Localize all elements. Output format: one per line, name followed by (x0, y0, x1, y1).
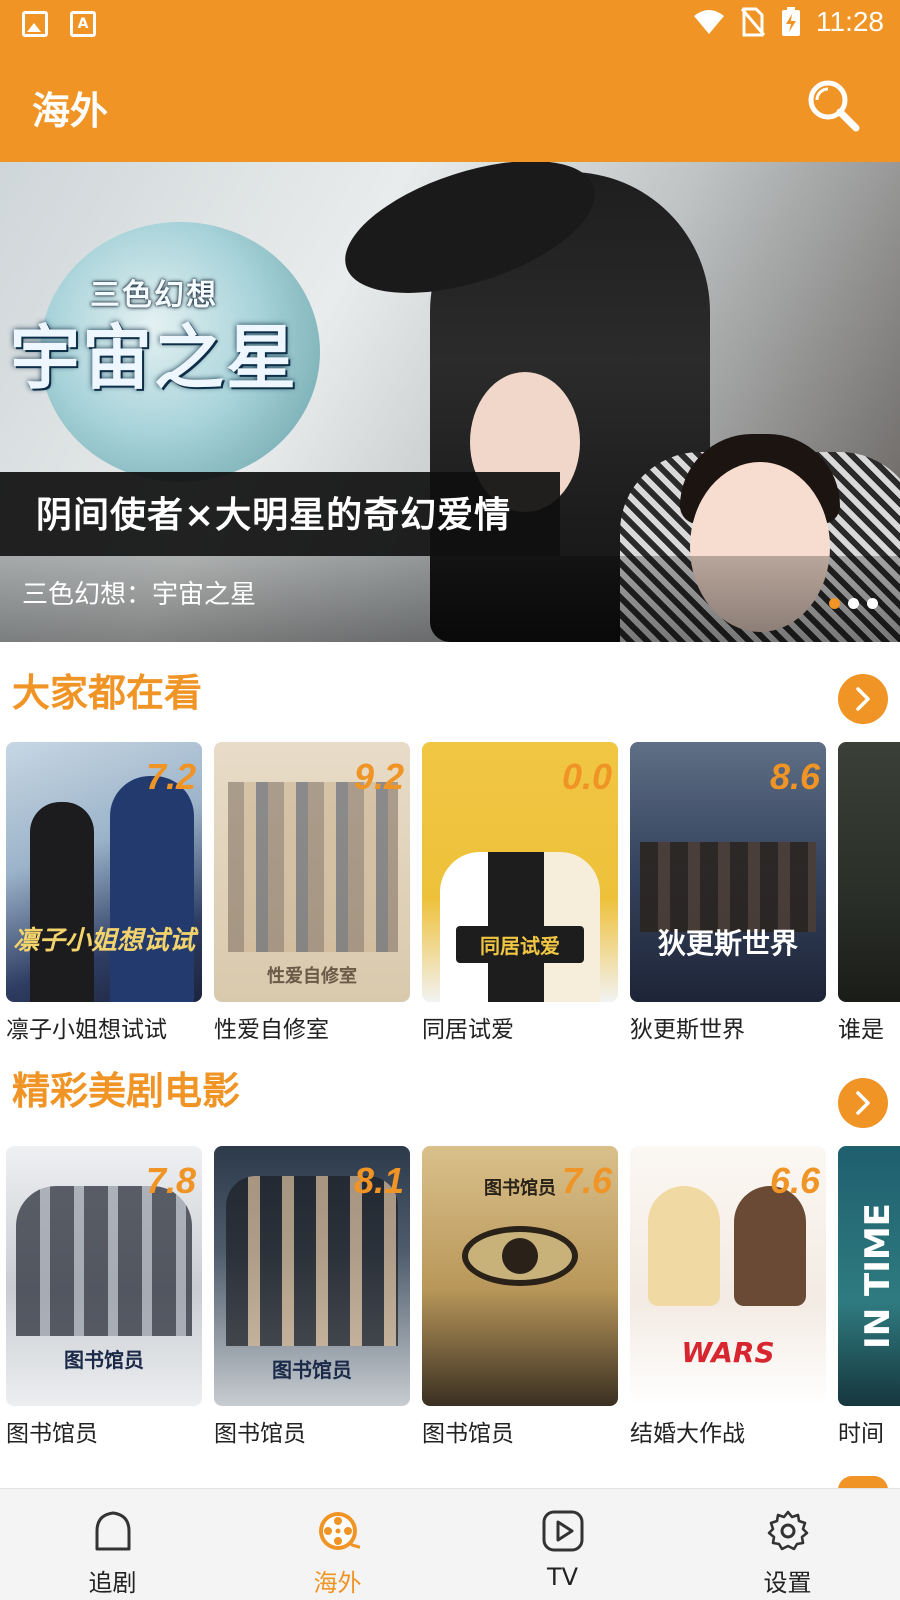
poster-image[interactable] (838, 742, 900, 1002)
poster-card[interactable]: WARS 6.6 结婚大作战 (630, 1146, 826, 1446)
poster-image[interactable]: 同居试爱 0.0 (422, 742, 618, 1002)
chevron-right-icon (856, 687, 870, 711)
poster-image[interactable]: 图书馆员 8.1 (214, 1146, 410, 1406)
poster-image[interactable]: IN TIME (838, 1146, 900, 1406)
poster-title-art: WARS (681, 1336, 775, 1369)
poster-card[interactable]: 谁是 (838, 742, 900, 1042)
bottom-navigation: 追剧 海外 TV 设置 (0, 1488, 900, 1600)
banner-tagline: 阴间使者×大明星的奇幻爱情 (36, 495, 512, 536)
tab-label: 设置 (763, 1569, 812, 1597)
rating-badge: 7.6 (561, 1160, 612, 1201)
card-title: 图书馆员 (6, 1421, 98, 1446)
rating-badge: 0.0 (561, 756, 612, 797)
pager-dot[interactable] (848, 598, 859, 609)
search-button[interactable] (806, 78, 862, 134)
card-title: 结婚大作战 (630, 1421, 745, 1446)
pager-dot[interactable] (867, 598, 878, 609)
poster-image[interactable]: 图书馆员 7.8 (6, 1146, 202, 1406)
status-bar: A 11:28 (0, 0, 900, 50)
banner-caption: 三色幻想：宇宙之星 (22, 580, 257, 610)
poster-card[interactable]: 狄更斯世界 8.6 狄更斯世界 (630, 742, 826, 1042)
poster-title-art: 同居试爱 (456, 926, 584, 963)
tab-label: 追剧 (88, 1569, 137, 1597)
card-title: 同居试爱 (422, 1017, 514, 1042)
poster-card[interactable]: 性爱自修室 9.2 性爱自修室 (214, 742, 410, 1042)
poster-image[interactable]: 狄更斯世界 8.6 (630, 742, 826, 1002)
poster-title-art: 狄更斯世界 (657, 927, 798, 960)
film-reel-icon (319, 1512, 360, 1550)
app-bar: 海外 (0, 50, 900, 162)
page-title: 海外 (32, 89, 109, 133)
section-more-button[interactable] (838, 1078, 888, 1128)
section-title-us-shows: 精彩美剧电影 (12, 1069, 241, 1113)
pager-dot[interactable] (829, 598, 840, 609)
poster-card[interactable]: 凛子小姐想试试 7.2 凛子小姐想试试 (6, 742, 202, 1042)
poster-image[interactable]: WARS 6.6 (630, 1146, 826, 1406)
play-icon (542, 1510, 584, 1552)
poster-row-us-shows[interactable]: 图书馆员 7.8 图书馆员 图书馆员 8.1 图书馆员 图书馆员 7.6 图书馆… (6, 1146, 900, 1446)
banner-tagline-strip: 阴间使者×大明星的奇幻爱情 (0, 472, 560, 556)
banner-logo-big: 宇宙之星 (10, 317, 298, 399)
poster-card[interactable]: 图书馆员 7.6 图书馆员 (422, 1146, 618, 1446)
gear-icon (767, 1510, 809, 1551)
poster-image[interactable]: 凛子小姐想试试 7.2 (6, 742, 202, 1002)
poster-card[interactable]: 图书馆员 7.8 图书馆员 (6, 1146, 202, 1446)
card-title: 图书馆员 (422, 1421, 514, 1446)
rating-badge: 7.2 (145, 756, 196, 797)
poster-title-art: 性爱自修室 (267, 966, 357, 987)
poster-image[interactable]: 图书馆员 7.6 (422, 1146, 618, 1406)
card-title: 图书馆员 (214, 1421, 306, 1446)
section-title-popular: 大家都在看 (12, 671, 203, 715)
rating-badge: 9.2 (353, 756, 404, 797)
tab-settings[interactable]: 设置 (675, 1489, 900, 1600)
rating-badge: 6.6 (769, 1160, 820, 1201)
rating-badge: 8.1 (353, 1160, 404, 1201)
wifi-icon (694, 10, 724, 34)
poster-title-art: 图书馆员 (64, 1348, 144, 1372)
section-more-button[interactable] (838, 674, 888, 724)
banner-pager-dots[interactable] (829, 598, 878, 609)
house-icon (95, 1511, 131, 1551)
poster-card[interactable]: IN TIME 时间 (838, 1146, 900, 1446)
battery-charging-icon (782, 7, 800, 36)
poster-card[interactable]: 图书馆员 8.1 图书馆员 (214, 1146, 410, 1446)
poster-title-art: 凛子小姐想试试 (12, 926, 195, 956)
poster-title-art: IN TIME (858, 1203, 898, 1349)
card-title: 时间 (838, 1421, 884, 1446)
poster-row-popular[interactable]: 凛子小姐想试试 7.2 凛子小姐想试试 性爱自修室 9.2 性爱自修室 同居试爱… (6, 742, 900, 1042)
poster-title-art: 图书馆员 (272, 1358, 352, 1382)
no-sim-icon (740, 7, 766, 37)
poster-image[interactable]: 性爱自修室 9.2 (214, 742, 410, 1002)
tab-overseas[interactable]: 海外 (225, 1489, 450, 1600)
chevron-right-icon (856, 1091, 870, 1115)
tab-tv[interactable]: TV (450, 1489, 675, 1600)
card-title: 性爱自修室 (214, 1017, 329, 1042)
image-notification-icon (22, 11, 48, 37)
search-icon (808, 80, 860, 132)
poster-card[interactable]: 同居试爱 0.0 同居试爱 (422, 742, 618, 1042)
tab-label: TV (546, 1563, 579, 1591)
card-title: 谁是 (838, 1017, 884, 1042)
card-title: 狄更斯世界 (630, 1017, 745, 1042)
app-notification-icon: A (70, 11, 96, 37)
rating-badge: 7.8 (145, 1160, 196, 1201)
clock: 11:28 (816, 6, 884, 37)
tab-follow[interactable]: 追剧 (0, 1489, 225, 1600)
card-title: 凛子小姐想试试 (6, 1017, 167, 1042)
tab-label: 海外 (313, 1569, 362, 1597)
featured-banner[interactable]: 三色幻想 宇宙之星 阴间使者×大明星的奇幻爱情 三色幻想：宇宙之星 (0, 162, 900, 642)
rating-badge: 8.6 (769, 756, 820, 797)
